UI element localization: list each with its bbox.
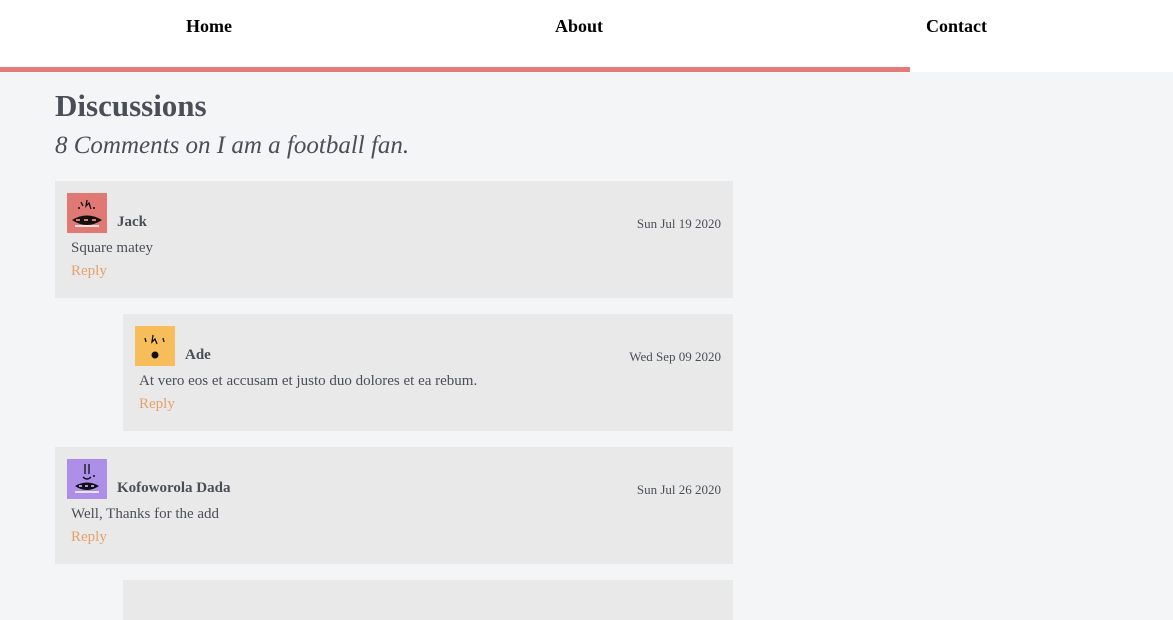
nav-home-link[interactable]: Home xyxy=(186,16,232,37)
reply-link[interactable]: Reply xyxy=(139,396,175,413)
nav-accent-underline xyxy=(0,67,910,72)
reply-link[interactable]: Reply xyxy=(71,263,107,280)
comment-date: Wed Sep 09 2020 xyxy=(629,349,721,364)
comment-card: Ade Wed Sep 09 2020 At vero eos et accus… xyxy=(123,314,733,431)
comment-card xyxy=(123,580,733,620)
avatar xyxy=(135,326,175,366)
comment-card: Jack Sun Jul 19 2020 Square matey Reply xyxy=(55,181,733,298)
comment-author: Kofoworola Dada xyxy=(117,480,231,496)
top-nav: Home About Contact xyxy=(0,0,1173,72)
comment-text: Square matey xyxy=(71,240,154,256)
robot-face-icon xyxy=(72,199,102,227)
surprised-face-icon xyxy=(144,334,165,359)
comment-author: Jack xyxy=(117,214,147,230)
nav-about-link[interactable]: About xyxy=(555,16,603,37)
comment-card: Kofoworola Dada Sun Jul 26 2020 Well, Th… xyxy=(55,447,733,564)
comment-text: Well, Thanks for the add xyxy=(71,506,220,522)
page-title: Discussions xyxy=(55,88,207,123)
avatar xyxy=(67,459,107,499)
avatar xyxy=(67,193,107,233)
comment-date: Sun Jul 26 2020 xyxy=(636,482,721,497)
comment-text: At vero eos et accusam et justo duo dolo… xyxy=(139,373,478,389)
robot-face-icon xyxy=(75,464,99,493)
reply-link[interactable]: Reply xyxy=(71,529,107,546)
comment-date: Sun Jul 19 2020 xyxy=(636,216,721,231)
comment-author: Ade xyxy=(185,347,211,363)
nav-contact-link[interactable]: Contact xyxy=(926,16,987,37)
comments-count-subtitle: 8 Comments on I am a football fan. xyxy=(55,132,410,159)
